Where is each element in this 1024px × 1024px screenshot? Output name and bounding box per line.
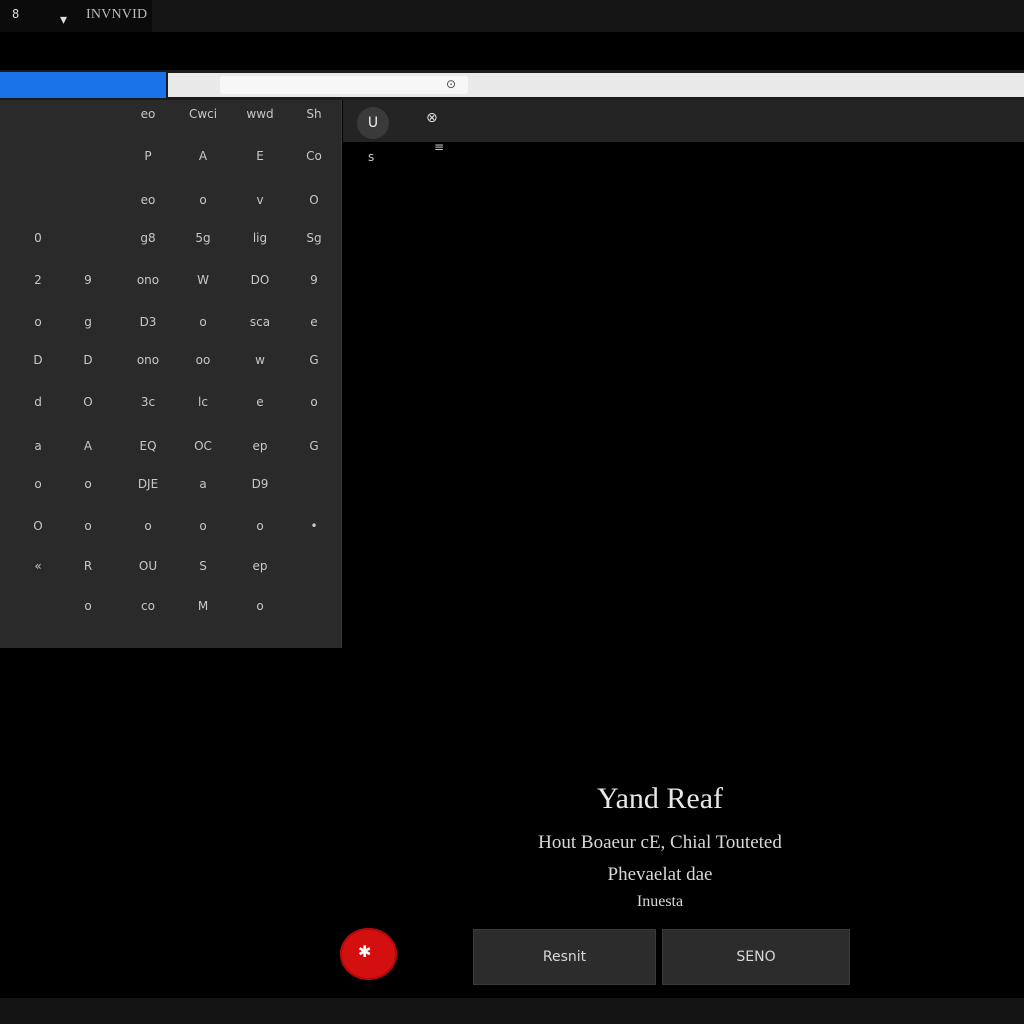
grid-cell[interactable]: Co bbox=[286, 146, 342, 166]
grid-cell[interactable]: a bbox=[175, 474, 231, 494]
dialog-message-line-2: Phevaelat dae bbox=[607, 864, 713, 885]
menu-icon[interactable]: ≡ bbox=[434, 140, 444, 154]
grid-cell[interactable]: v bbox=[232, 190, 288, 210]
grid-cell[interactable]: Sh bbox=[286, 104, 342, 124]
restart-button[interactable]: Resnit bbox=[473, 929, 656, 985]
grid-cell[interactable]: D3 bbox=[120, 312, 176, 332]
grid-cell[interactable]: o bbox=[232, 516, 288, 536]
dialog-message-line-3: Inuesta bbox=[636, 893, 684, 910]
grid-cell[interactable]: S bbox=[175, 556, 231, 576]
character-grid-panel: eo Cwci wwd Sh P A E Co eo o v O 0 g8 5g lig Sg 2 9 ono W DO 9… bbox=[0, 100, 342, 648]
grid-cell[interactable]: D bbox=[60, 350, 116, 370]
grid-cell[interactable]: o bbox=[60, 474, 116, 494]
grid-cell[interactable]: 5g bbox=[175, 228, 231, 248]
record-button[interactable]: ✱ bbox=[340, 928, 397, 980]
grid-cell[interactable]: G bbox=[286, 350, 342, 370]
grid-cell[interactable]: o bbox=[175, 516, 231, 536]
grid-cell[interactable]: 9 bbox=[286, 270, 342, 290]
grid-cell[interactable]: E bbox=[232, 146, 288, 166]
grid-cell[interactable]: O bbox=[286, 190, 342, 210]
address-bar[interactable]: ⊙ bbox=[168, 73, 1024, 97]
grid-cell[interactable]: co bbox=[120, 596, 176, 616]
grid-cell[interactable]: a bbox=[10, 436, 66, 456]
grid-cell[interactable]: wwd bbox=[232, 104, 288, 124]
grid-cell[interactable]: eo bbox=[120, 104, 176, 124]
grid-cell[interactable]: EQ bbox=[120, 436, 176, 456]
dialog-message-line-1: Hout Boaeur cE, Chial Touteted bbox=[538, 832, 782, 853]
send-button[interactable]: SENO bbox=[662, 929, 850, 985]
grid-cell[interactable]: O bbox=[60, 392, 116, 412]
bottom-bar bbox=[0, 998, 1024, 1024]
grid-cell[interactable]: 9 bbox=[60, 270, 116, 290]
grid-cell[interactable]: o bbox=[10, 312, 66, 332]
lock-icon: ⊙ bbox=[446, 77, 457, 91]
title-bar: 8 ▾ INVNVID bbox=[0, 0, 1024, 32]
grid-cell[interactable]: A bbox=[60, 436, 116, 456]
grid-cell[interactable]: o bbox=[60, 516, 116, 536]
grid-cell[interactable]: D9 bbox=[232, 474, 288, 494]
grid-cell[interactable]: 0 bbox=[10, 228, 66, 248]
grid-cell[interactable]: lc bbox=[175, 392, 231, 412]
grid-cell[interactable]: OC bbox=[175, 436, 231, 456]
grid-cell[interactable]: oo bbox=[175, 350, 231, 370]
grid-cell[interactable]: R bbox=[60, 556, 116, 576]
user-avatar-button[interactable]: U bbox=[357, 107, 389, 139]
grid-cell[interactable]: W bbox=[175, 270, 231, 290]
grid-cell[interactable]: w bbox=[232, 350, 288, 370]
grid-cell[interactable]: eo bbox=[120, 190, 176, 210]
grid-cell[interactable]: sca bbox=[232, 312, 288, 332]
grid-cell[interactable]: O bbox=[10, 516, 66, 536]
grid-cell[interactable]: g8 bbox=[120, 228, 176, 248]
grid-cell[interactable]: o bbox=[120, 516, 176, 536]
active-tab[interactable] bbox=[0, 72, 166, 98]
grid-cell[interactable]: • bbox=[286, 516, 342, 536]
grid-cell[interactable]: ep bbox=[232, 436, 288, 456]
grid-cell[interactable]: o bbox=[60, 596, 116, 616]
dialog-title: Yand Reaf bbox=[596, 782, 724, 815]
grid-cell[interactable]: g bbox=[60, 312, 116, 332]
dropdown-icon[interactable]: ▾ bbox=[60, 12, 67, 28]
sub-toolbar-glyph: s bbox=[368, 150, 375, 164]
grid-cell[interactable]: OU bbox=[120, 556, 176, 576]
grid-cell[interactable]: DO bbox=[232, 270, 288, 290]
grid-cell[interactable]: DJE bbox=[120, 474, 176, 494]
grid-cell[interactable]: « bbox=[10, 556, 66, 576]
grid-cell[interactable]: e bbox=[232, 392, 288, 412]
grid-cell[interactable]: M bbox=[175, 596, 231, 616]
grid-cell[interactable]: lig bbox=[232, 228, 288, 248]
grid-cell[interactable]: o bbox=[175, 312, 231, 332]
grid-cell[interactable]: o bbox=[232, 596, 288, 616]
grid-cell[interactable]: P bbox=[120, 146, 176, 166]
grid-cell[interactable]: G bbox=[286, 436, 342, 456]
address-segment bbox=[220, 76, 468, 94]
grid-cell[interactable]: 3c bbox=[120, 392, 176, 412]
record-icon: ✱ bbox=[358, 942, 372, 961]
grid-cell[interactable]: ono bbox=[120, 350, 176, 370]
grid-cell[interactable]: ep bbox=[232, 556, 288, 576]
grid-cell[interactable]: o bbox=[286, 392, 342, 412]
settings-icon[interactable]: ⊗ bbox=[426, 110, 438, 126]
grid-cell[interactable]: e bbox=[286, 312, 342, 332]
grid-cell[interactable]: A bbox=[175, 146, 231, 166]
grid-cell[interactable]: o bbox=[175, 190, 231, 210]
grid-cell[interactable]: 2 bbox=[10, 270, 66, 290]
app-icon: 8 bbox=[12, 7, 20, 21]
grid-cell[interactable]: Sg bbox=[286, 228, 342, 248]
window-title: INVNVID bbox=[86, 7, 148, 22]
grid-cell[interactable]: d bbox=[10, 392, 66, 412]
grid-cell[interactable]: Cwci bbox=[175, 104, 231, 124]
grid-cell[interactable]: o bbox=[10, 474, 66, 494]
title-bar-left: 8 ▾ INVNVID bbox=[0, 0, 152, 32]
toolbar bbox=[343, 100, 1024, 142]
grid-cell[interactable]: ono bbox=[120, 270, 176, 290]
grid-cell[interactable]: D bbox=[10, 350, 66, 370]
